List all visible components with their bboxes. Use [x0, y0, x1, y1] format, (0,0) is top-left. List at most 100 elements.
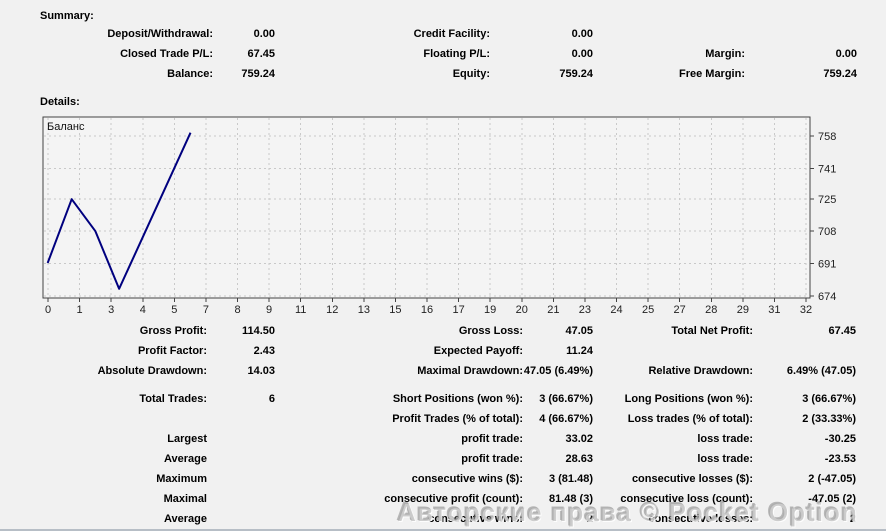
stat-value: 6.49% (47.05) [753, 361, 856, 381]
x-tick-label: 16 [421, 304, 433, 314]
stat-label: Gross Loss: [275, 321, 523, 341]
stat-value [207, 429, 275, 449]
stat-label: consecutive profit (count): [275, 489, 523, 509]
stat-value: 47.05 (6.49%) [523, 361, 593, 381]
x-tick-label: 9 [266, 304, 272, 314]
stat-value: 2 [523, 509, 593, 529]
stat-value: 2.43 [207, 341, 275, 361]
stat-label: Free Margin: [593, 64, 745, 84]
stat-value: 6 [207, 389, 275, 409]
stat-value: 0.00 [745, 44, 857, 64]
stat-label: Largest [0, 429, 207, 449]
x-tick-label: 12 [326, 304, 338, 314]
stat-label: loss trade: [593, 429, 753, 449]
stat-label: Absolute Drawdown: [0, 361, 207, 381]
x-tick-label: 8 [234, 304, 240, 314]
stat-label: Total Trades: [0, 389, 207, 409]
x-tick-label: 28 [705, 304, 717, 314]
x-tick-label: 27 [674, 304, 686, 314]
stat-value [745, 24, 857, 44]
x-tick-label: 31 [768, 304, 780, 314]
stat-label: Total Net Profit: [593, 321, 753, 341]
x-tick-label: 19 [484, 304, 496, 314]
x-tick-label: 29 [737, 304, 749, 314]
stat-value: 114.50 [207, 321, 275, 341]
x-tick-label: 25 [642, 304, 654, 314]
stat-value: 33.02 [523, 429, 593, 449]
stat-value [207, 489, 275, 509]
stat-label: Credit Facility: [275, 24, 490, 44]
x-tick-label: 23 [579, 304, 591, 314]
stat-value: 3 (66.67%) [753, 389, 856, 409]
x-tick-label: 1 [77, 304, 83, 314]
stat-label: Maximum [0, 469, 207, 489]
stat-label: consecutive loss (count): [593, 489, 753, 509]
stat-value: 0.00 [490, 24, 593, 44]
stat-label: Floating P/L: [275, 44, 490, 64]
stat-value: 4 (66.67%) [523, 409, 593, 429]
stat-label [0, 409, 207, 429]
stat-value [207, 409, 275, 429]
stat-label: consecutive wins: [275, 509, 523, 529]
stat-label [593, 24, 745, 44]
x-tick-label: 24 [610, 304, 622, 314]
x-tick-label: 7 [203, 304, 209, 314]
stat-value: 759.24 [213, 64, 275, 84]
stat-label: Profit Trades (% of total): [275, 409, 523, 429]
x-tick-label: 15 [389, 304, 401, 314]
x-tick-label: 4 [140, 304, 146, 314]
stat-label: Relative Drawdown: [593, 361, 753, 381]
balance-chart: 7587417257086916740134578911121315161719… [0, 112, 886, 314]
x-tick-label: 20 [516, 304, 528, 314]
stat-label: consecutive losses: [593, 509, 753, 529]
stat-value: 3 (66.67%) [523, 389, 593, 409]
stat-value: 0.00 [490, 44, 593, 64]
stats-block-results: Gross Profit:114.50Gross Loss:47.05Total… [0, 321, 856, 381]
balance-chart-svg: 7587417257086916740134578911121315161719… [0, 112, 886, 314]
stat-label: Margin: [593, 44, 745, 64]
stat-label: profit trade: [275, 429, 523, 449]
summary-grid: Deposit/Withdrawal:0.00Credit Facility:0… [0, 24, 857, 84]
stat-label: Equity: [275, 64, 490, 84]
y-tick-label: 741 [818, 163, 836, 175]
stat-value: 759.24 [745, 64, 857, 84]
stat-value [207, 449, 275, 469]
x-tick-label: 21 [547, 304, 559, 314]
stat-value: -47.05 (2) [753, 489, 856, 509]
stat-value [753, 341, 856, 361]
stat-value: 2 [753, 509, 856, 529]
x-tick-label: 3 [108, 304, 114, 314]
stat-label: Balance: [0, 64, 213, 84]
stat-label: Expected Payoff: [275, 341, 523, 361]
y-tick-label: 725 [818, 194, 836, 206]
stat-value: -30.25 [753, 429, 856, 449]
y-tick-label: 708 [818, 226, 836, 238]
stats-block-trades: Total Trades:6Short Positions (won %):3 … [0, 389, 856, 429]
details-heading: Details: [40, 94, 80, 110]
chart-legend-label: Баланс [47, 121, 85, 133]
y-tick-label: 674 [818, 291, 836, 303]
stat-value: 47.05 [523, 321, 593, 341]
stat-value [207, 469, 275, 489]
stat-value [207, 509, 275, 529]
stat-value: 2 (-47.05) [753, 469, 856, 489]
stat-value: 67.45 [213, 44, 275, 64]
stat-label [593, 341, 753, 361]
summary-heading: Summary: [40, 8, 94, 24]
stat-value: 81.48 (3) [523, 489, 593, 509]
stat-label: Loss trades (% of total): [593, 409, 753, 429]
stat-value: 11.24 [523, 341, 593, 361]
stat-value: 3 (81.48) [523, 469, 593, 489]
x-tick-label: 0 [45, 304, 51, 314]
stat-label: Short Positions (won %): [275, 389, 523, 409]
stat-value: 759.24 [490, 64, 593, 84]
y-tick-label: 691 [818, 259, 836, 271]
stat-label: Deposit/Withdrawal: [0, 24, 213, 44]
stat-label: Gross Profit: [0, 321, 207, 341]
stat-value: 2 (33.33%) [753, 409, 856, 429]
stat-label: Maximal [0, 489, 207, 509]
stat-label: Average [0, 509, 207, 529]
stat-value: 14.03 [207, 361, 275, 381]
stat-value: 0.00 [213, 24, 275, 44]
stat-label: Maximal Drawdown: [275, 361, 523, 381]
